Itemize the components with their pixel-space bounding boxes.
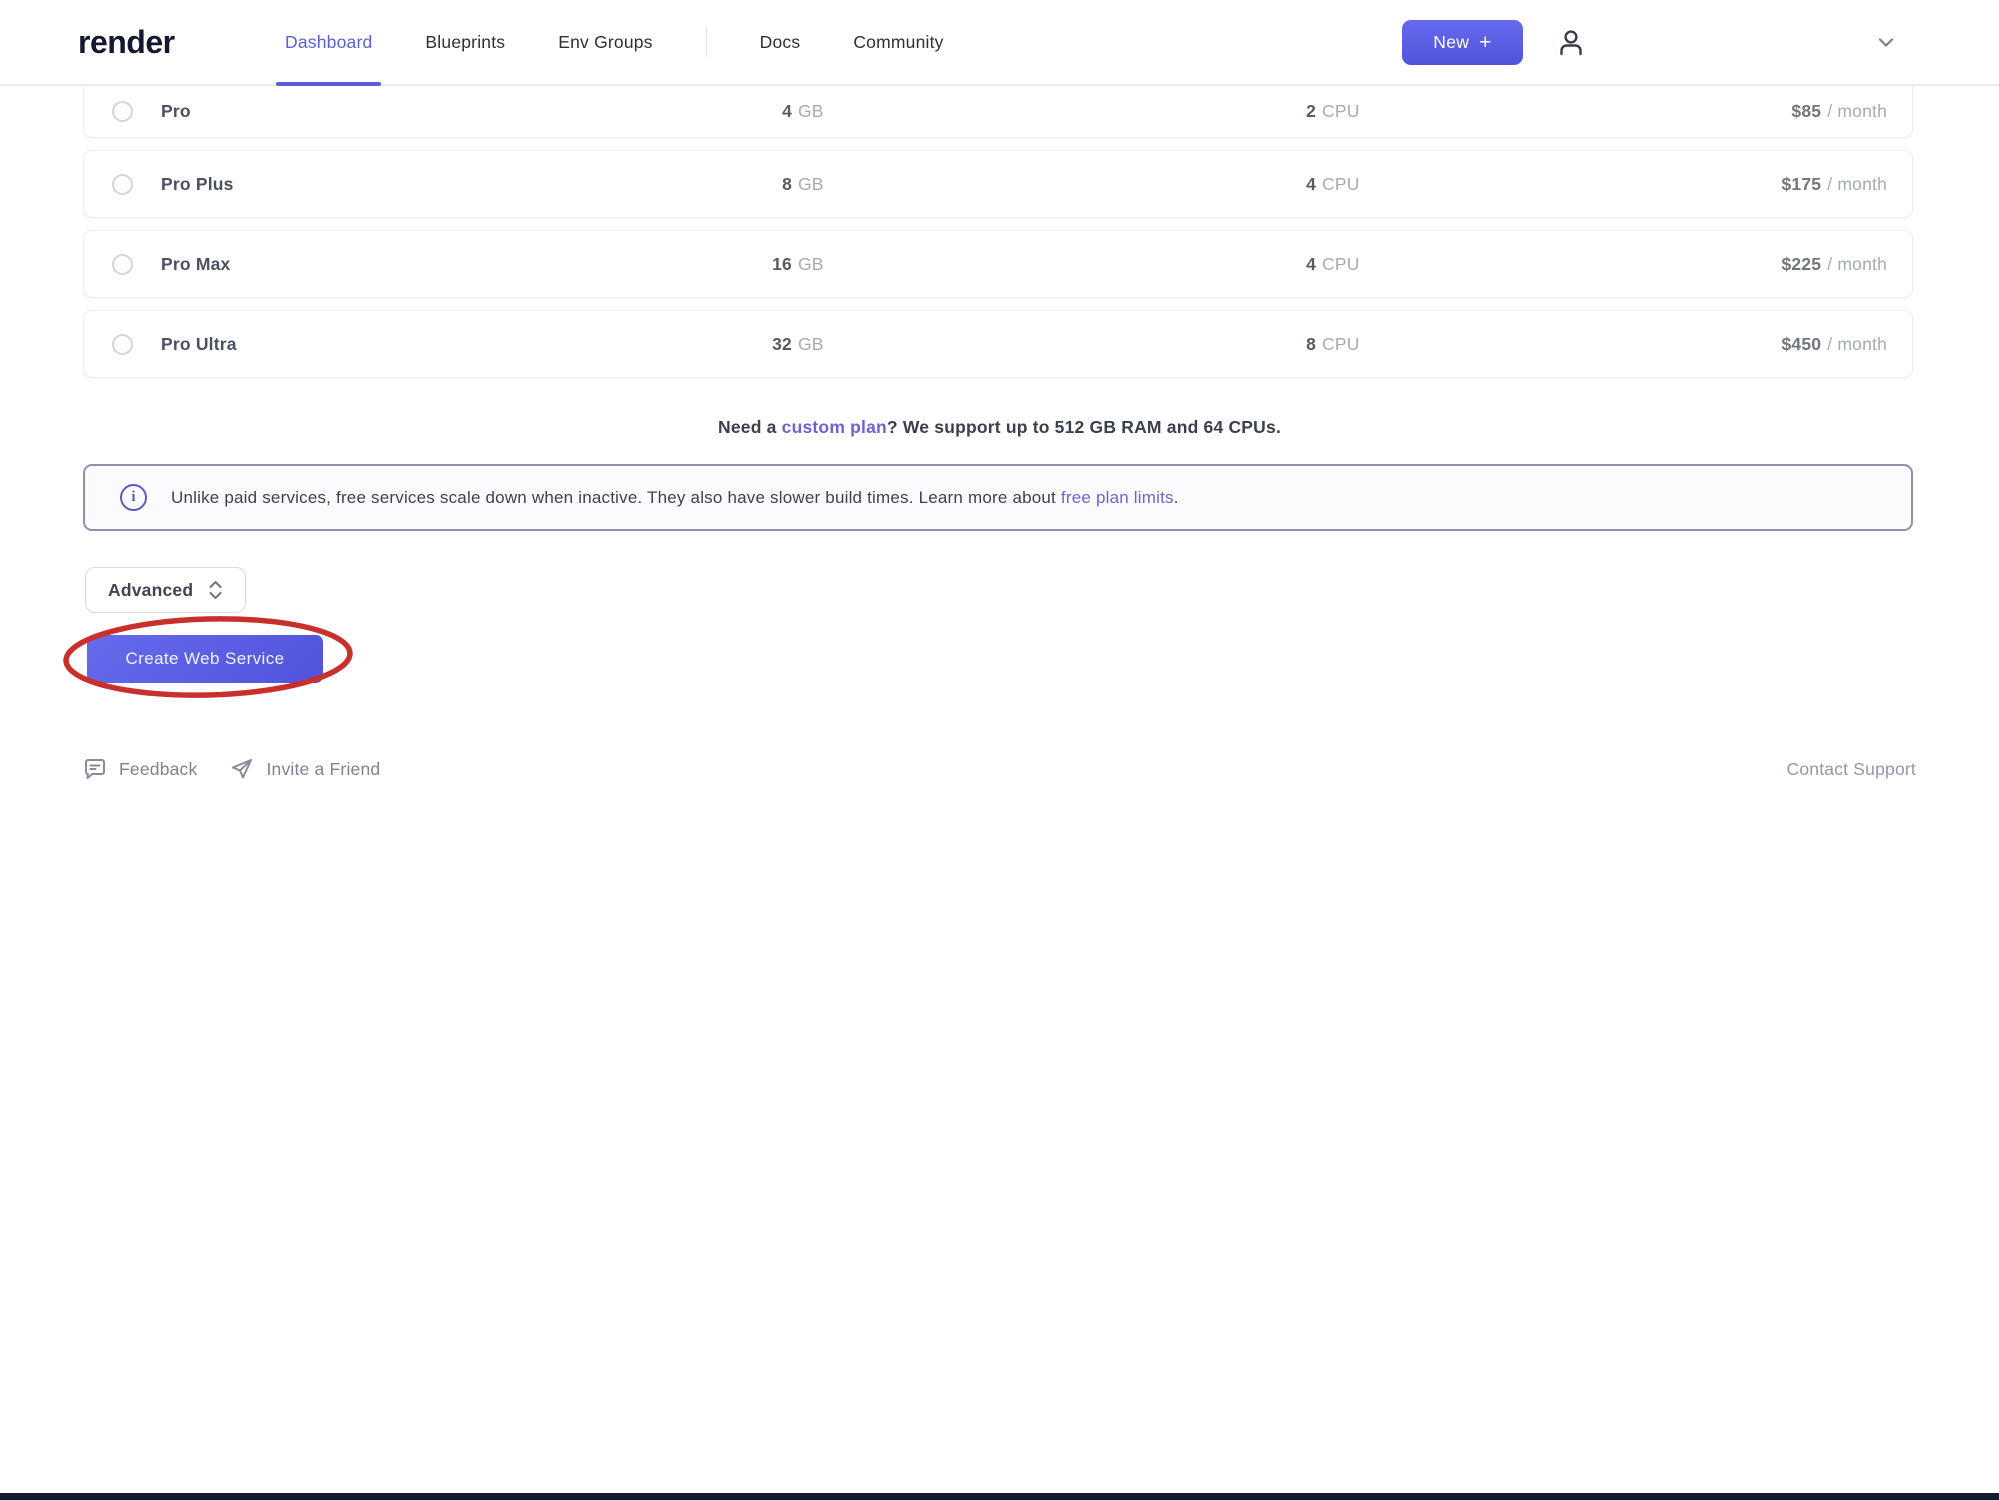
plan-row-pro-max[interactable]: Pro Max 16 GB 4 CPU $225/ month (83, 230, 1913, 298)
plan-ram-value: 16 (732, 254, 792, 275)
plan-price-unit: / month (1827, 174, 1887, 195)
account-menu-toggle[interactable] (1872, 28, 1900, 56)
radio-button[interactable] (112, 334, 133, 355)
person-icon (1554, 26, 1588, 60)
plan-price: $175 (1782, 174, 1822, 195)
bottom-task-bar (0, 1493, 1999, 1500)
advanced-toggle[interactable]: Advanced (85, 567, 246, 613)
plan-price-unit: / month (1827, 254, 1887, 275)
nav-item-dashboard[interactable]: Dashboard (285, 0, 372, 84)
account-avatar-button[interactable] (1551, 23, 1591, 63)
plan-row-pro-plus[interactable]: Pro Plus 8 GB 4 CPU $175/ month (83, 150, 1913, 218)
nav-item-env-groups[interactable]: Env Groups (558, 0, 652, 84)
plan-ram-unit: GB (798, 334, 824, 355)
custom-plan-line: Need a custom plan? We support up to 512… (0, 417, 1999, 438)
custom-plan-post: ? We support up to 512 GB RAM and 64 CPU… (887, 417, 1281, 437)
contact-support-link[interactable]: Contact Support (1787, 759, 1916, 780)
paper-plane-icon (230, 757, 254, 781)
free-plan-notice-banner: i Unlike paid services, free services sc… (83, 464, 1913, 531)
plan-ram-unit: GB (798, 101, 824, 122)
plan-ram-unit: GB (798, 254, 824, 275)
instance-type-list: Pro 4 GB 2 CPU $85 / month Pro Plus 8 GB 4 CP… (83, 86, 1913, 390)
radio-button[interactable] (112, 101, 133, 122)
plan-price: $450 (1782, 334, 1822, 355)
free-plan-limits-link[interactable]: free plan limits (1061, 488, 1174, 507)
new-button-label: New (1433, 32, 1469, 53)
page-footer: Feedback Invite a Friend Contact Support (83, 748, 1916, 790)
notice-pre: Unlike paid services, free services scal… (171, 488, 1061, 507)
custom-plan-pre: Need a (718, 417, 782, 437)
chevron-up-down-icon (208, 579, 223, 601)
invite-label: Invite a Friend (266, 759, 380, 780)
plan-price: $225 (1782, 254, 1822, 275)
plan-ram-unit: GB (798, 174, 824, 195)
radio-button[interactable] (112, 254, 133, 275)
advanced-label: Advanced (108, 580, 193, 601)
primary-nav: Dashboard Blueprints Env Groups Docs Com… (285, 0, 944, 84)
plan-row-pro-ultra[interactable]: Pro Ultra 32 GB 8 CPU $450/ month (83, 310, 1913, 378)
plan-ram-value: 4 (732, 101, 792, 122)
plan-cpu-value: 8 (1262, 334, 1316, 355)
plan-price-unit: / month (1827, 101, 1887, 122)
nav-item-community[interactable]: Community (853, 0, 943, 84)
chevron-down-icon (1875, 31, 1897, 53)
top-nav-bar: render Dashboard Blueprints Env Groups D… (0, 0, 1999, 86)
plan-name: Pro Plus (161, 174, 234, 195)
info-icon: i (120, 484, 147, 511)
plan-row-pro[interactable]: Pro 4 GB 2 CPU $85 / month (83, 86, 1913, 138)
feedback-icon (83, 757, 107, 781)
plan-cpu-value: 4 (1262, 254, 1316, 275)
render-logo[interactable]: render (78, 0, 175, 84)
plan-cpu-unit: CPU (1322, 174, 1360, 195)
nav-divider (706, 27, 707, 57)
plan-cpu-value: 4 (1262, 174, 1316, 195)
create-web-service-button[interactable]: Create Web Service (87, 635, 323, 683)
plan-ram-value: 8 (732, 174, 792, 195)
plan-price-unit: / month (1827, 334, 1887, 355)
feedback-label: Feedback (119, 759, 197, 780)
plan-ram-value: 32 (732, 334, 792, 355)
feedback-link[interactable]: Feedback (83, 757, 197, 781)
invite-a-friend-link[interactable]: Invite a Friend (230, 757, 380, 781)
nav-item-blueprints[interactable]: Blueprints (425, 0, 505, 84)
plus-icon: + (1479, 32, 1492, 53)
nav-item-docs[interactable]: Docs (760, 0, 801, 84)
radio-button[interactable] (112, 174, 133, 195)
notice-text: Unlike paid services, free services scal… (171, 488, 1179, 508)
plan-cpu-unit: CPU (1322, 101, 1360, 122)
plan-cpu-unit: CPU (1322, 254, 1360, 275)
plan-cpu-unit: CPU (1322, 334, 1360, 355)
custom-plan-link[interactable]: custom plan (782, 417, 887, 437)
notice-post: . (1174, 488, 1179, 507)
plan-name: Pro Max (161, 254, 230, 275)
plan-cpu-value: 2 (1262, 101, 1316, 122)
new-button[interactable]: New + (1402, 20, 1523, 65)
plan-name: Pro (161, 101, 191, 122)
plan-price: $85 (1791, 101, 1821, 122)
plan-name: Pro Ultra (161, 334, 237, 355)
